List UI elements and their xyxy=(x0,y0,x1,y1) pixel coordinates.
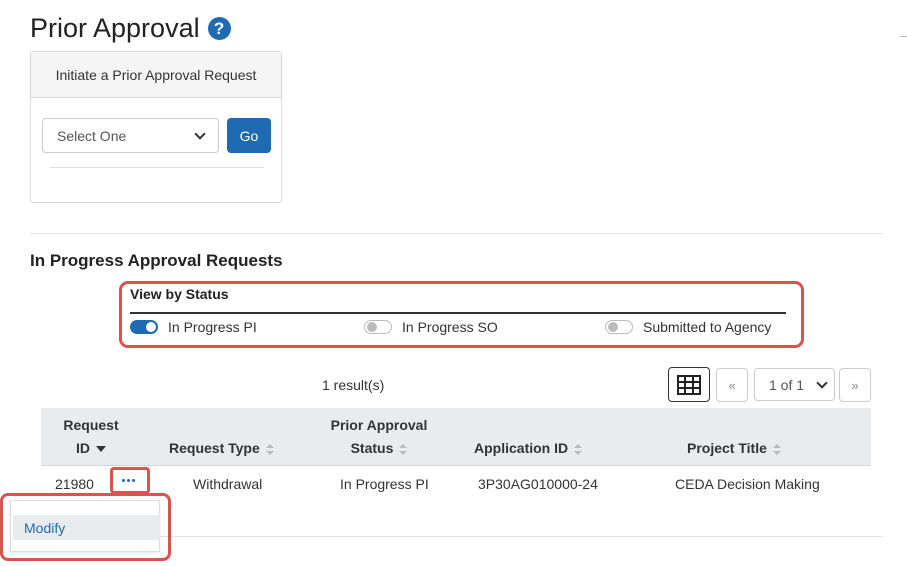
grid-icon xyxy=(677,374,701,395)
header-text: ID xyxy=(76,440,90,456)
request-type-select[interactable]: Select One xyxy=(42,118,219,153)
results-count: 1 result(s) xyxy=(322,377,385,393)
header-text: Request Type xyxy=(169,440,260,456)
header-text: Prior Approval xyxy=(330,417,428,433)
table-header: Request ID Request Type Prior Approval S… xyxy=(41,408,871,466)
sort-icon xyxy=(265,443,274,455)
toggle-submitted-to-agency[interactable]: Submitted to Agency xyxy=(605,319,771,335)
toggle-in-progress-so[interactable]: In Progress SO xyxy=(364,319,498,335)
header-text: Application ID xyxy=(474,440,569,456)
ellipsis-icon xyxy=(126,478,130,482)
row-actions-menu: Modify xyxy=(10,500,160,552)
cell-request-id: 21980 xyxy=(55,476,94,492)
header-text: Request xyxy=(63,417,119,433)
request-type-select-value: Select One xyxy=(57,127,127,144)
row-actions-button[interactable] xyxy=(116,472,140,488)
next-page-button[interactable]: » xyxy=(839,368,871,402)
cell-application-id: 3P30AG010000-24 xyxy=(478,476,598,492)
toggle-label: In Progress SO xyxy=(402,319,498,335)
help-icon[interactable]: ? xyxy=(207,17,231,40)
grid-view-button[interactable] xyxy=(668,367,710,402)
section-divider xyxy=(30,233,883,234)
menu-item-modify[interactable]: Modify xyxy=(13,515,160,540)
header-text: Project Title xyxy=(687,440,767,456)
sort-icon xyxy=(399,443,408,455)
sort-icon xyxy=(772,443,781,455)
page-title: Prior Approval ? xyxy=(30,13,231,44)
page-select[interactable]: 1 of 1 xyxy=(754,368,835,401)
chevron-down-icon xyxy=(816,376,828,389)
chevron-down-icon xyxy=(194,127,206,140)
initiate-divider xyxy=(50,167,264,168)
ellipsis-icon xyxy=(131,478,135,482)
cell-request-type: Withdrawal xyxy=(193,476,263,492)
page: Prior Approval ? Initiate a Prior Approv… xyxy=(0,0,907,566)
section-title: In Progress Approval Requests xyxy=(30,251,283,270)
column-header-status[interactable]: Prior Approval Status xyxy=(317,414,441,460)
initiate-panel: Initiate a Prior Approval Request Select… xyxy=(30,51,282,203)
toggle-label: In Progress PI xyxy=(168,319,257,335)
prev-page-button[interactable]: « xyxy=(716,368,748,402)
cell-project-title: CEDA Decision Making xyxy=(675,476,820,492)
header-text: Status xyxy=(350,440,394,456)
ellipsis-icon xyxy=(121,478,125,482)
initiate-panel-header: Initiate a Prior Approval Request xyxy=(31,52,281,98)
toggle-in-progress-pi[interactable]: In Progress PI xyxy=(130,319,257,335)
toggle-switch-off[interactable] xyxy=(605,320,633,334)
toggle-switch-off[interactable] xyxy=(364,320,392,334)
sort-desc-icon xyxy=(96,446,106,453)
column-header-request-type[interactable]: Request Type xyxy=(169,437,274,460)
column-header-application-id[interactable]: Application ID xyxy=(474,437,583,460)
sort-icon xyxy=(574,443,583,455)
page-title-text: Prior Approval xyxy=(30,13,200,43)
toggle-switch-on[interactable] xyxy=(130,320,158,334)
go-button[interactable]: Go xyxy=(227,118,271,153)
column-header-project-title[interactable]: Project Title xyxy=(687,437,781,460)
status-filter-rule xyxy=(130,312,786,314)
edge-divider xyxy=(900,36,907,37)
table-bottom-divider xyxy=(160,536,883,537)
status-filter-box: View by Status In Progress PI In Progres… xyxy=(119,281,804,348)
page-select-value: 1 of 1 xyxy=(769,376,805,393)
cell-status: In Progress PI xyxy=(340,476,429,492)
toggle-label: Submitted to Agency xyxy=(643,319,772,335)
status-filter-title: View by Status xyxy=(130,286,229,302)
column-header-request-id[interactable]: Request ID xyxy=(51,414,131,460)
